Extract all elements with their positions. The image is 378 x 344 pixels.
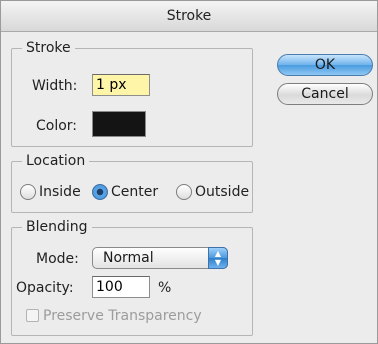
stroke-dialog: Stroke Stroke Width: Color: OK Cancel Lo… [0, 0, 378, 344]
stroke-group-legend: Stroke [22, 39, 75, 57]
dialog-title: Stroke [1, 1, 377, 32]
preserve-transparency-checkbox[interactable] [26, 309, 39, 322]
opacity-unit: % [158, 280, 172, 296]
select-arrows-icon: ▲ ▼ [208, 247, 228, 269]
radio-inside-label: Inside [39, 184, 81, 200]
width-label: Width: [32, 78, 78, 94]
blend-mode-select[interactable]: Normal ▲ ▼ [92, 247, 228, 269]
location-option-center[interactable]: Center [92, 183, 172, 203]
width-input[interactable] [92, 74, 150, 96]
radio-outside-button[interactable] [176, 184, 192, 200]
opacity-input[interactable] [92, 276, 150, 298]
color-label: Color: [36, 118, 78, 134]
stroke-group: Stroke Width: Color: [11, 39, 253, 147]
blending-group-legend: Blending [22, 218, 92, 236]
location-group-legend: Location [22, 152, 90, 170]
radio-center-button[interactable] [92, 184, 108, 200]
stroke-color-swatch[interactable] [92, 111, 146, 137]
location-group: Location Inside Center Outside [11, 152, 253, 213]
preserve-transparency-label: Preserve Transparency [43, 308, 202, 324]
mode-label: Mode: [36, 251, 79, 267]
radio-center-label: Center [111, 184, 159, 200]
cancel-button[interactable]: Cancel [277, 83, 373, 105]
blending-group: Blending Mode: Normal ▲▼ Opacity: % Pres… [11, 218, 253, 336]
ok-button[interactable]: OK [277, 54, 373, 76]
blend-mode-value: Normal [103, 250, 154, 266]
opacity-label: Opacity: [16, 280, 74, 296]
location-option-outside[interactable]: Outside [176, 183, 258, 203]
radio-outside-label: Outside [195, 184, 250, 200]
radio-inside-button[interactable] [20, 184, 36, 200]
location-option-inside[interactable]: Inside [20, 183, 86, 203]
